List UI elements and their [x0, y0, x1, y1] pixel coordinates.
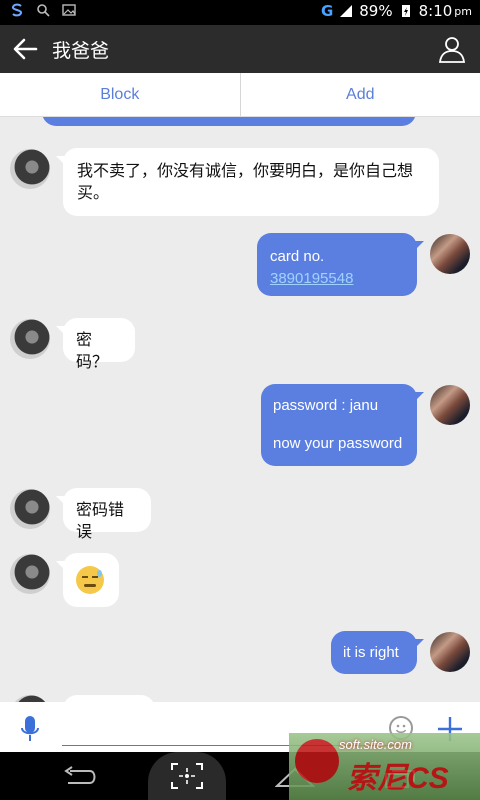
- image-icon: [62, 4, 76, 16]
- search-icon: [37, 4, 50, 17]
- message-text-line: now your password: [273, 435, 403, 452]
- message-list[interactable]: 我不卖了，你没有诚信，你要明白，是你自己想买。 card no. 3890195…: [0, 117, 480, 702]
- card-number-link[interactable]: 3890195548: [270, 270, 353, 287]
- contact-avatar[interactable]: [10, 489, 50, 529]
- status-bar: G 89% 8:10 pm: [0, 0, 480, 25]
- contact-actions: Block Add: [0, 73, 480, 117]
- person-icon[interactable]: [438, 35, 466, 63]
- watermark-logo: [295, 739, 339, 783]
- app-s-icon: [12, 3, 22, 17]
- clock-time: 8:10: [418, 2, 453, 20]
- message-bubble-incoming[interactable]: 密码错误: [56, 488, 151, 541]
- sweat-smile-emoji-icon: [76, 566, 104, 594]
- my-avatar[interactable]: [430, 385, 470, 425]
- contact-avatar[interactable]: [10, 554, 50, 594]
- message-text-line: password : janu: [273, 397, 379, 414]
- message-bubble-outgoing[interactable]: password : janu now your password: [261, 384, 424, 466]
- message-text: card no.: [270, 248, 325, 265]
- network-type: G: [320, 2, 334, 20]
- contact-avatar[interactable]: [10, 149, 50, 189]
- contact-avatar: [10, 695, 50, 702]
- watermark-top-text: soft.site.com: [339, 737, 412, 752]
- block-button[interactable]: Block: [0, 73, 240, 116]
- battery-icon: [401, 5, 410, 17]
- nav-center-button[interactable]: [148, 752, 226, 800]
- signal-icon: [340, 5, 353, 17]
- app-header: 我爸爸: [0, 25, 480, 73]
- message-bubble-outgoing[interactable]: it is right: [331, 631, 424, 674]
- battery-percent: 89%: [359, 2, 393, 20]
- back-arrow-icon[interactable]: [12, 37, 38, 61]
- scan-icon: [171, 763, 203, 789]
- message-bubble-partial: [63, 695, 155, 702]
- message-bubble-outgoing[interactable]: card no. 3890195548: [257, 233, 424, 296]
- clock-ampm: pm: [454, 4, 472, 18]
- message-bubble-incoming[interactable]: 我不卖了，你没有诚信，你要明白，是你自己想买。: [56, 148, 439, 216]
- my-avatar[interactable]: [430, 234, 470, 274]
- my-avatar[interactable]: [430, 632, 470, 672]
- contact-avatar[interactable]: [10, 319, 50, 359]
- watermark-big-text: 索尼CS: [347, 762, 449, 795]
- microphone-icon[interactable]: [20, 715, 40, 743]
- contact-title: 我爸爸: [52, 40, 110, 62]
- add-button[interactable]: Add: [241, 73, 480, 116]
- nav-back-icon[interactable]: [62, 766, 98, 786]
- watermark: soft.site.com 索尼CS: [289, 733, 480, 800]
- message-bubble-incoming[interactable]: 密码？: [56, 318, 135, 371]
- message-bubble-partial: [42, 117, 416, 126]
- message-bubble-incoming[interactable]: [56, 553, 119, 607]
